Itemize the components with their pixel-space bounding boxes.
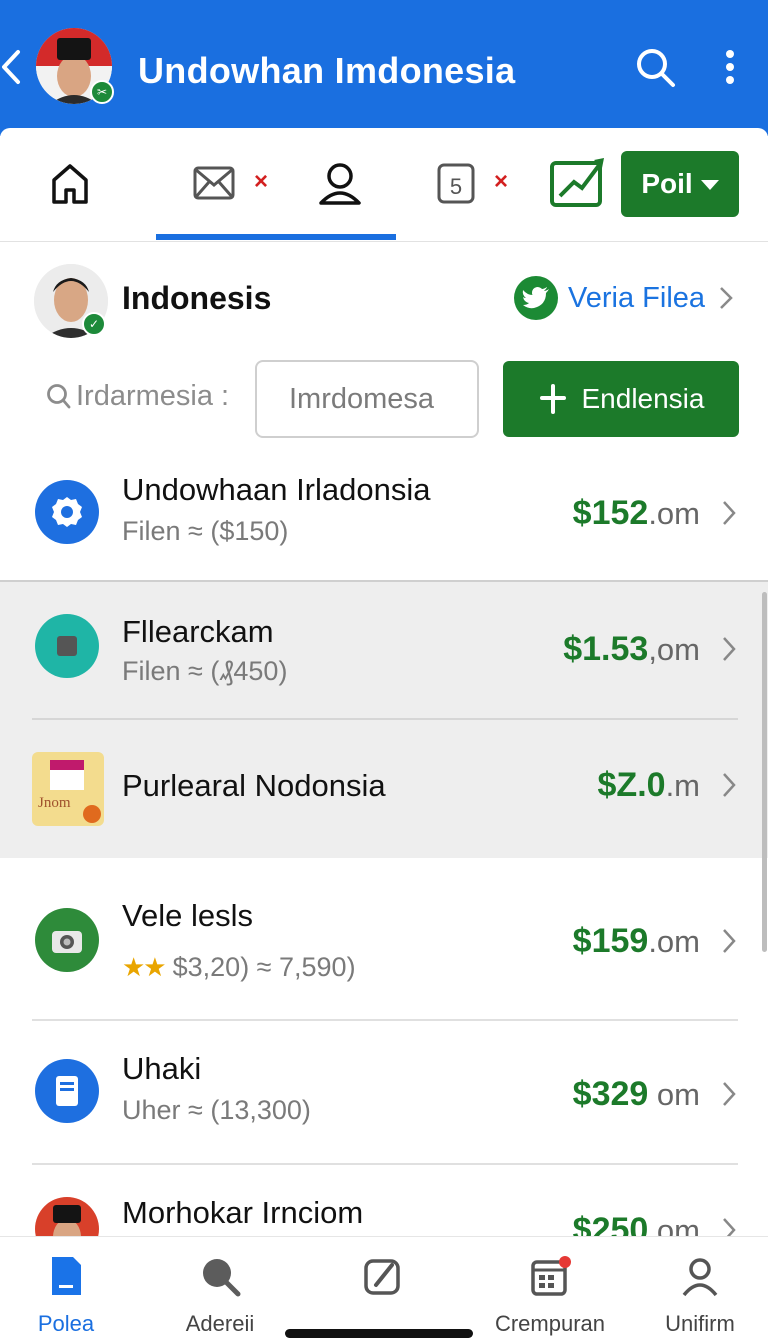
search-label-text: Irdarmesia :: [76, 380, 230, 412]
list-item[interactable]: Undowhaan Irladonsia Filen ≈ ($150) $152…: [0, 450, 768, 580]
mail-icon[interactable]: [192, 164, 236, 202]
active-tab-indicator: [156, 234, 396, 240]
calendar-icon: [531, 1256, 571, 1296]
verify-link[interactable]: Veria Filea: [514, 276, 733, 320]
nav-label: Adereii: [185, 1311, 255, 1336]
home-icon[interactable]: [50, 162, 90, 206]
bottom-nav: Polea Adereii Crempuran Unifirm: [0, 1236, 768, 1344]
chevron-right-icon: [723, 773, 736, 797]
toolbar: × 5 × Poil: [0, 128, 768, 242]
verify-label: Veria Filea: [568, 281, 706, 314]
square-icon: [35, 614, 99, 678]
tablet-icon: [35, 1059, 99, 1123]
camera-icon: [35, 908, 99, 972]
poll-dropdown-button[interactable]: Poil: [621, 151, 739, 217]
page-title: Undowhan Imdonesia: [138, 50, 516, 91]
nav-label: Unifirm: [665, 1311, 735, 1336]
item-subtitle: Uher ≈ (13,300): [122, 1095, 311, 1125]
item-price: $Z.0.m: [597, 766, 700, 804]
nav-item-crempuran[interactable]: Crempuran: [480, 1237, 620, 1344]
item-price: $329 om: [572, 1075, 700, 1113]
item-name: Purlearal Nodonsia: [122, 768, 386, 803]
chevron-right-icon: [723, 637, 736, 661]
chevron-down-icon: [700, 180, 719, 190]
list-item[interactable]: Fllearckam Filen ≈ (₰450) $1.53,om: [0, 582, 768, 718]
item-price: $159.om: [572, 922, 700, 960]
scrollbar[interactable]: [762, 592, 767, 952]
search-label: Irdarmesia :: [46, 380, 229, 413]
chevron-right-icon: [723, 929, 736, 953]
jnom-logo-icon: Jnom: [32, 752, 104, 826]
poll-label: Poil: [641, 168, 693, 199]
nav-item-adereii[interactable]: Adereii: [150, 1237, 290, 1344]
avatar-badge: ✂: [90, 80, 114, 104]
chevron-right-icon: [723, 501, 736, 525]
nav-item-unifirm[interactable]: Unifirm: [630, 1237, 768, 1344]
calendar-icon[interactable]: 5: [436, 160, 476, 206]
mail-close-icon[interactable]: ×: [254, 168, 268, 196]
profile-icon[interactable]: [316, 160, 364, 206]
profile-name: Indonesis: [122, 280, 272, 316]
list-item[interactable]: Uhaki Uher ≈ (13,300) $329 om: [0, 1021, 768, 1164]
search-input[interactable]: [255, 360, 479, 438]
bird-icon: [514, 276, 558, 320]
plus-icon: [539, 384, 566, 414]
chevron-right-icon: [723, 1218, 736, 1236]
list-item[interactable]: Morhokar Irnciom $250.om: [0, 1165, 768, 1236]
search-icon: [47, 383, 71, 408]
item-subtitle: ★★ $3,20) ≈ 7,590): [122, 952, 356, 982]
list-item[interactable]: Vele lesls ★★ $3,20) ≈ 7,590) $159.om: [0, 858, 768, 1020]
item-name: Fllearckam: [122, 614, 274, 649]
app-bar: ✂ Undowhan Imdonesia: [0, 0, 768, 136]
chevron-right-icon: [723, 1082, 736, 1106]
gear-icon: [35, 480, 99, 544]
calendar-close-icon[interactable]: ×: [494, 168, 508, 196]
chart-icon[interactable]: [548, 156, 606, 210]
svg-text:5: 5: [450, 174, 462, 199]
add-button[interactable]: Endlensia: [503, 361, 739, 437]
item-subtitle: Filen ≈ (₰450): [122, 656, 288, 686]
item-name: Uhaki: [122, 1051, 202, 1086]
search-icon: [203, 1259, 241, 1297]
home-indicator[interactable]: [285, 1329, 473, 1338]
item-name: Undowhaan Irladonsia: [122, 472, 431, 507]
nav-label: Crempuran: [494, 1311, 606, 1336]
avatar-icon: [35, 1197, 99, 1236]
nav-label: Polea: [37, 1311, 95, 1336]
document-icon: [52, 1257, 81, 1295]
item-price: $152.om: [572, 494, 700, 532]
chevron-right-icon: [720, 287, 733, 309]
nav-item-edit[interactable]: [313, 1237, 453, 1344]
profile-badge-icon: ✓: [82, 312, 106, 336]
search-icon[interactable]: [634, 46, 676, 88]
svg-text:Jnom: Jnom: [38, 795, 71, 811]
edit-icon: [364, 1259, 400, 1295]
item-name: Vele lesls: [122, 898, 253, 933]
profile-icon: [682, 1258, 718, 1297]
rating-stars: ★★: [122, 952, 167, 982]
item-price: $1.53,om: [563, 630, 700, 668]
add-button-label: Endlensia: [581, 383, 705, 414]
list-item[interactable]: Jnom Purlearal Nodonsia $Z.0.m: [0, 720, 768, 858]
nav-item-polea[interactable]: Polea: [0, 1237, 136, 1344]
item-name: Morhokar Irnciom: [122, 1195, 364, 1230]
item-price: $250.om: [572, 1211, 700, 1236]
back-arrow-icon[interactable]: [0, 44, 24, 90]
more-options-icon[interactable]: [718, 46, 742, 88]
item-subtitle: Filen ≈ ($150): [122, 516, 289, 546]
